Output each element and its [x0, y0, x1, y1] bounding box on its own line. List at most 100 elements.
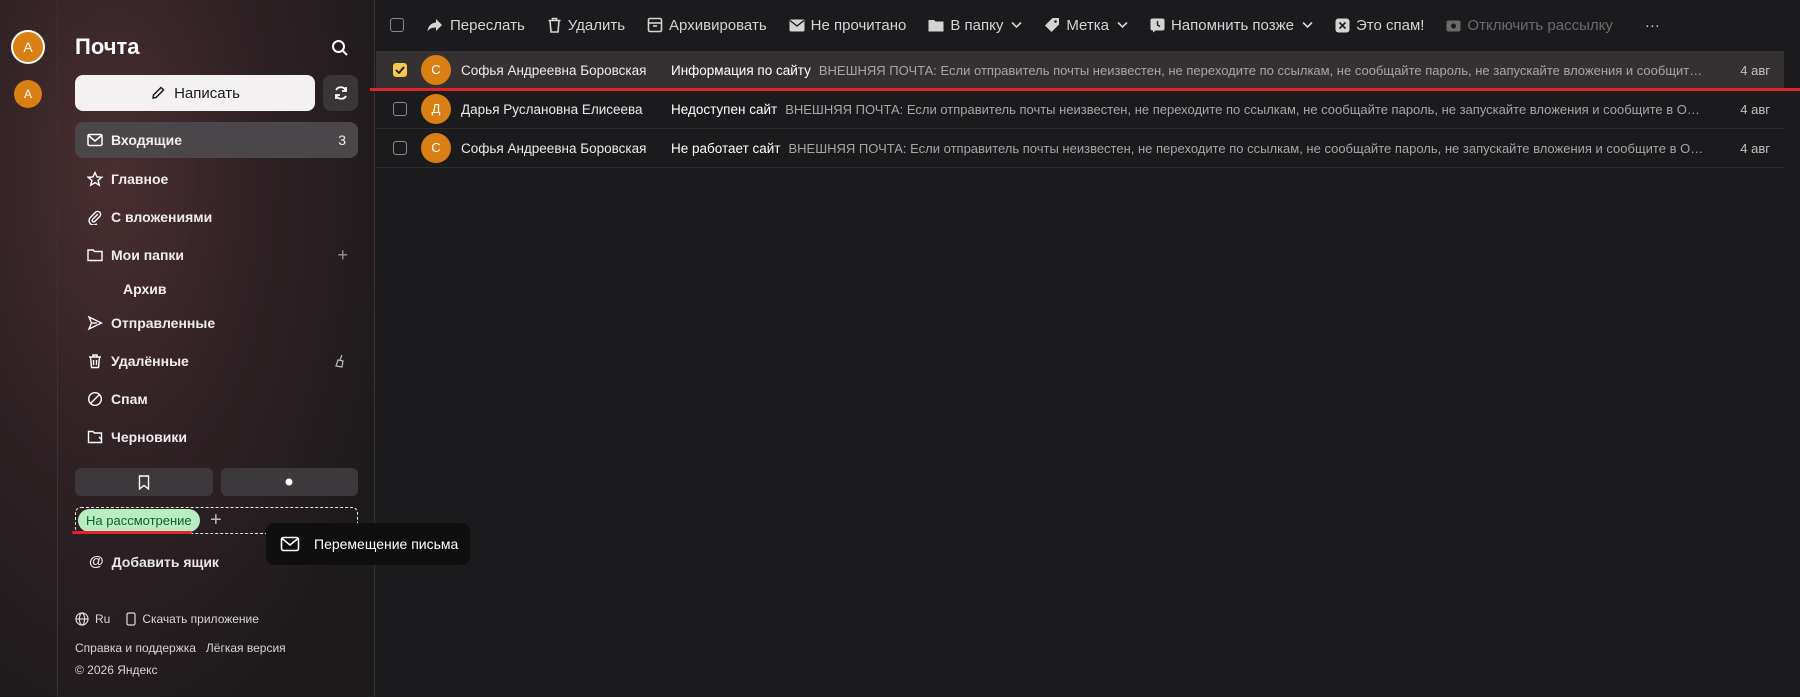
folder-icon: [87, 247, 103, 263]
bookmark-icon: [138, 474, 150, 490]
move-to-folder-button[interactable]: В папку: [928, 17, 1022, 34]
sidebar-item-label: Архив: [123, 281, 167, 297]
folder-nav: Входящие 3 Главное С вложениями Мои папк…: [75, 122, 358, 456]
message-row[interactable]: С Софья Андреевна Боровская Не работает …: [376, 129, 1784, 168]
label-chip[interactable]: На рассмотрение: [78, 509, 200, 532]
message-snippet: ВНЕШНЯЯ ПОЧТА: Если отправитель почты не…: [785, 101, 1700, 117]
sidebar-item-attachments[interactable]: С вложениями: [75, 198, 358, 236]
envelope-icon: [789, 19, 805, 32]
at-icon: @: [89, 553, 104, 570]
bookmark-filter-button[interactable]: [75, 468, 213, 496]
paperclip-icon: [87, 209, 103, 225]
lite-version-link[interactable]: Лёгкая версия: [206, 641, 286, 655]
sidebar-item-label: Мои папки: [111, 247, 185, 263]
unread-filter-button[interactable]: [220, 468, 358, 496]
download-app-link[interactable]: Скачать приложение: [142, 612, 259, 626]
remind-later-button[interactable]: Напомнить позже: [1150, 17, 1313, 34]
sidebar-item-archive[interactable]: Архив: [75, 274, 358, 304]
more-icon: ···: [1644, 16, 1660, 34]
unsubscribe-icon: [1446, 18, 1461, 32]
footer-row-2: Справка и поддержка Лёгкая версия: [75, 641, 286, 655]
envelope-icon: [87, 132, 103, 148]
move-to-folder-label: В папку: [950, 16, 1004, 34]
chevron-down-icon: [1011, 21, 1022, 29]
sidebar-item-inbox[interactable]: Входящие 3: [75, 122, 358, 158]
app-title: Почта: [75, 34, 140, 59]
sidebar-item-label: Входящие: [111, 132, 182, 148]
compose-button[interactable]: Написать: [75, 75, 315, 111]
sidebar-item-label: С вложениями: [111, 209, 213, 225]
star-icon: [87, 171, 103, 187]
sidebar-item-spam[interactable]: Спам: [75, 380, 358, 418]
account-rail: А А: [0, 0, 58, 697]
mark-spam-label: Это спам!: [1355, 16, 1425, 34]
help-link[interactable]: Справка и поддержка: [75, 641, 196, 655]
folder-icon: [928, 19, 944, 32]
phone-icon: [126, 612, 136, 626]
message-subject: Недоступен сайт: [671, 101, 778, 117]
sidebar-item-my-folders[interactable]: Мои папки +: [75, 236, 358, 274]
message-snippet: ВНЕШНЯЯ ПОЧТА: Если отправитель почты не…: [818, 62, 1703, 78]
add-folder-icon[interactable]: +: [337, 245, 348, 266]
delete-button[interactable]: Удалить: [547, 17, 625, 34]
message-date: 4 авг: [1740, 140, 1770, 156]
message-subject: Не работает сайт: [671, 140, 781, 156]
archive-button[interactable]: Архивировать: [647, 17, 767, 34]
globe-icon: [75, 612, 89, 626]
chevron-down-icon: [1117, 21, 1128, 29]
mark-spam-button[interactable]: Это спам!: [1335, 17, 1424, 34]
draft-icon: [87, 429, 103, 445]
add-label-icon[interactable]: +: [210, 507, 222, 534]
unread-count-badge: 3: [338, 132, 346, 148]
sidebar-item-label: Спам: [111, 391, 148, 407]
label-button-label: Метка: [1066, 16, 1109, 34]
sidebar-item-sent[interactable]: Отправленные: [75, 304, 358, 342]
sidebar-item-deleted[interactable]: Удалённые: [75, 342, 358, 380]
dot-icon: [285, 478, 293, 486]
chevron-down-icon: [1302, 21, 1313, 29]
forward-label: Переслать: [450, 16, 525, 34]
message-list: С Софья Андреевна Боровская Информация п…: [376, 51, 1784, 168]
forward-button[interactable]: Переслать: [426, 17, 525, 34]
message-checkbox[interactable]: [393, 63, 407, 77]
message-sender: Софья Андреевна Боровская: [461, 62, 647, 78]
footer-row-3: © 2026 Яндекс: [75, 663, 158, 677]
mark-unread-button[interactable]: Не прочитано: [789, 17, 906, 34]
account-avatar-secondary[interactable]: А: [14, 80, 42, 108]
archive-label: Архивировать: [669, 16, 767, 34]
sidebar-item-label: Черновики: [111, 429, 188, 445]
refresh-button[interactable]: [323, 75, 358, 111]
sidebar: Почта Написать Входящие 3 Главное С влож…: [58, 0, 375, 697]
pencil-icon: [150, 85, 166, 101]
clear-folder-icon[interactable]: [334, 354, 346, 368]
sender-avatar: С: [421, 55, 451, 85]
sidebar-item-label: Главное: [111, 171, 169, 187]
label-highlight-underline: [72, 531, 192, 534]
forward-icon: [426, 17, 444, 33]
more-actions-button[interactable]: ···: [1645, 17, 1660, 34]
search-icon[interactable]: [330, 38, 350, 58]
message-date: 4 авг: [1740, 101, 1770, 117]
label-button[interactable]: Метка: [1044, 17, 1128, 34]
drag-tooltip: Перемещение письма: [266, 523, 470, 565]
language-link[interactable]: Ru: [95, 612, 110, 626]
message-snippet: ВНЕШНЯЯ ПОЧТА: Если отправитель почты не…: [788, 140, 1704, 156]
select-all-checkbox[interactable]: [390, 18, 404, 32]
message-row[interactable]: Д Дарья Руслановна Елисеева Недоступен с…: [376, 90, 1784, 129]
compose-label: Написать: [174, 84, 240, 102]
sidebar-item-important[interactable]: Главное: [75, 160, 358, 198]
message-row[interactable]: С Софья Андреевна Боровская Информация п…: [376, 51, 1784, 90]
message-checkbox[interactable]: [393, 102, 407, 116]
sidebar-item-label: Удалённые: [111, 353, 189, 369]
trash-icon: [547, 17, 562, 33]
selection-highlight-underline: [370, 88, 1800, 91]
account-avatar-main[interactable]: А: [11, 30, 45, 64]
quick-filter-buttons: [75, 468, 358, 496]
sidebar-item-drafts[interactable]: Черновики: [75, 418, 358, 456]
add-mailbox-link[interactable]: @ Добавить ящик: [89, 553, 219, 570]
message-checkbox[interactable]: [393, 141, 407, 155]
check-icon: [395, 66, 405, 74]
send-icon: [87, 315, 103, 331]
footer-row-1: Ru Скачать приложение: [75, 612, 259, 626]
unsubscribe-button[interactable]: Отключить рассылку: [1446, 17, 1613, 34]
